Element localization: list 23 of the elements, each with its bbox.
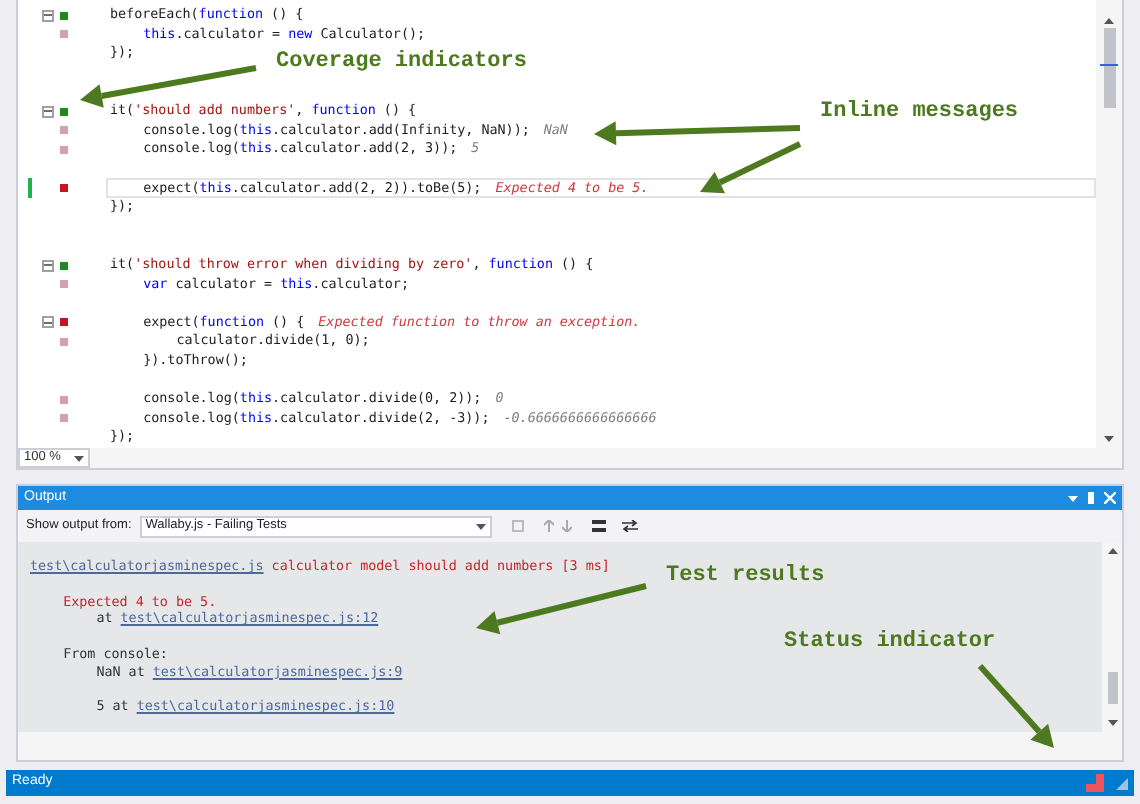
fold-toggle[interactable] bbox=[42, 316, 54, 329]
resize-grip-icon[interactable] bbox=[1116, 777, 1128, 789]
scroll-thumb[interactable] bbox=[1103, 28, 1115, 108]
word-wrap-icon[interactable] bbox=[621, 520, 638, 532]
clear-all-icon[interactable] bbox=[591, 520, 606, 532]
close-icon[interactable] bbox=[1104, 492, 1116, 504]
fold-toggle[interactable] bbox=[42, 259, 54, 272]
caret-icon[interactable] bbox=[475, 523, 486, 529]
annotation: Test results bbox=[666, 562, 825, 590]
fold-toggle[interactable] bbox=[42, 105, 54, 118]
fold-toggle[interactable] bbox=[42, 9, 54, 22]
caret-icon[interactable] bbox=[74, 455, 84, 461]
scroll-up-icon[interactable] bbox=[1107, 548, 1117, 554]
scroll-down-icon[interactable] bbox=[1104, 436, 1114, 442]
arrow bbox=[977, 664, 1054, 748]
scrollbar[interactable] bbox=[1096, 0, 1122, 448]
annotation: Coverage indicators bbox=[276, 48, 527, 76]
scroll-thumb[interactable] bbox=[1107, 672, 1117, 704]
scroll-up-icon[interactable] bbox=[1104, 18, 1114, 24]
annotation: Status indicator bbox=[784, 628, 996, 656]
caret-icon[interactable] bbox=[1068, 495, 1078, 501]
annotation: Inline messages bbox=[820, 98, 1019, 126]
scroll-down-icon[interactable] bbox=[1107, 720, 1117, 726]
